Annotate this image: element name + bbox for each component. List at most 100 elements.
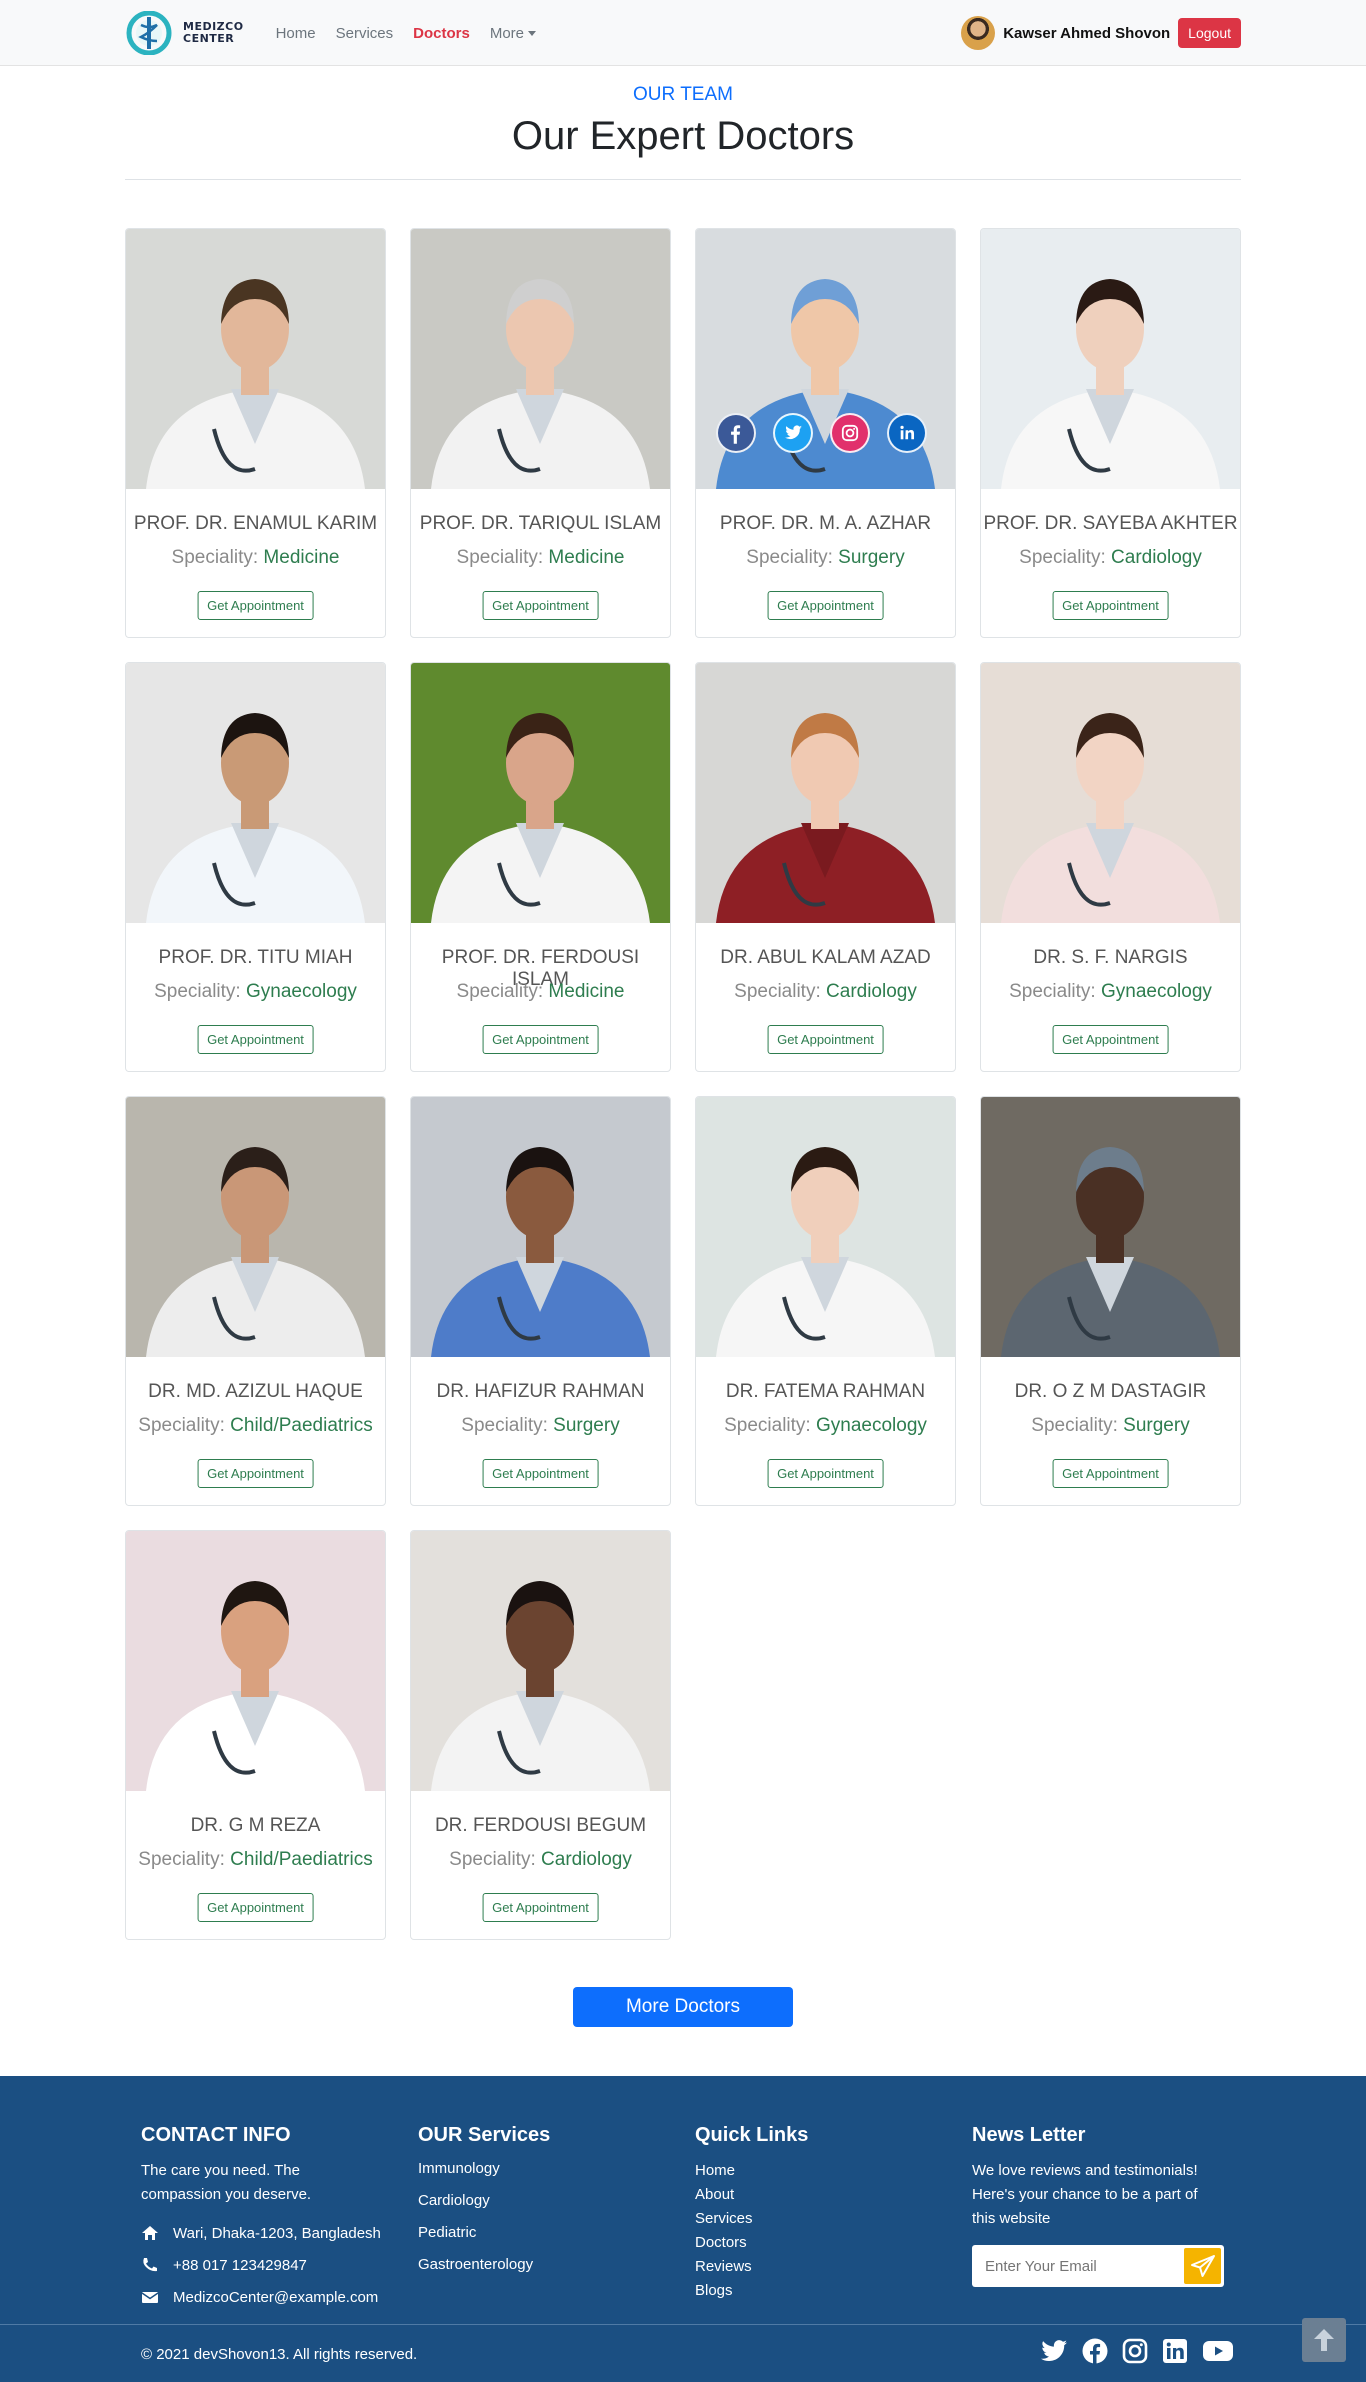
speciality-value: Gynaecology (815, 1415, 927, 1436)
brand[interactable]: MEDIZCO CENTER (125, 11, 244, 55)
logout-button[interactable]: Logout (1178, 18, 1241, 48)
footer-quick-links: Quick Links Home About Services Doctors … (695, 2124, 955, 2303)
twitter-icon[interactable] (773, 413, 813, 453)
footer-newsletter-heading: News Letter (972, 2124, 1086, 2146)
arrow-up-icon (1314, 2329, 1334, 2351)
doctor-photo (411, 229, 670, 489)
speciality-value: Medicine (548, 547, 625, 568)
speciality-label: Speciality: (456, 547, 544, 568)
doctor-speciality: Speciality: Surgery (696, 547, 955, 569)
speciality-label: Speciality: (449, 1849, 536, 1870)
speciality-value: Gynaecology (245, 981, 357, 1002)
speciality-label: Speciality: (138, 1849, 225, 1870)
facebook-icon[interactable] (1082, 2338, 1108, 2364)
footer-service-item[interactable]: Cardiology (418, 2185, 678, 2217)
footer-service-item[interactable]: Immunology (418, 2153, 678, 2185)
footer-email[interactable]: MedizcoCenter@example.com (173, 2289, 378, 2306)
footer-link-item[interactable]: Reviews (695, 2255, 955, 2279)
doctor-photo (126, 1531, 385, 1791)
scroll-to-top-button[interactable] (1302, 2318, 1346, 2362)
footer-socials (1040, 2338, 1234, 2364)
section-eyebrow: OUR TEAM (633, 84, 733, 105)
facebook-icon-glyph (731, 425, 741, 444)
facebook-icon[interactable] (716, 413, 756, 453)
navbar: MEDIZCO CENTER Home Services Doctors Mor… (0, 0, 1366, 66)
footer-link-item[interactable]: Home (695, 2159, 955, 2183)
get-appointment-button[interactable]: Get Appointment (197, 1025, 314, 1054)
doctor-photo-image (126, 1531, 385, 1791)
get-appointment-button[interactable]: Get Appointment (1052, 591, 1169, 620)
doctor-photo (696, 663, 955, 923)
doctor-photo-image (696, 1097, 955, 1357)
speciality-value: Child/Paediatrics (230, 1849, 373, 1870)
home-icon (142, 2226, 158, 2240)
doctor-card: PROF. DR. FERDOUSI ISLAM Speciality: Medi… (410, 662, 671, 1072)
footer-link-item[interactable]: Services (695, 2207, 955, 2231)
doctor-photo-image (981, 229, 1240, 489)
speciality-label: Speciality: (456, 981, 544, 1002)
footer-link-item[interactable]: About (695, 2183, 955, 2207)
nav-link-services[interactable]: Services (336, 25, 394, 42)
get-appointment-button[interactable]: Get Appointment (767, 591, 884, 620)
speciality-value: Surgery (553, 1415, 620, 1436)
doctor-speciality: Speciality: Gynaecology (981, 981, 1240, 1003)
get-appointment-button[interactable]: Get Appointment (767, 1459, 884, 1488)
speciality-label: Speciality: (171, 547, 259, 568)
doctor-photo (981, 1097, 1240, 1357)
doctor-photo-image (981, 663, 1240, 923)
speciality-value: Cardiology (826, 981, 917, 1002)
footer-service-item[interactable]: Pediatric (418, 2217, 678, 2249)
youtube-icon[interactable] (1202, 2339, 1234, 2363)
get-appointment-button[interactable]: Get Appointment (1052, 1459, 1169, 1488)
get-appointment-button[interactable]: Get Appointment (197, 1459, 314, 1488)
newsletter-email-input[interactable] (975, 2257, 1184, 2275)
footer: CONTACT INFO The care you need. The comp… (0, 2076, 1366, 2382)
speciality-value: Medicine (548, 981, 625, 1002)
doctor-photo (411, 1531, 670, 1791)
avatar (961, 16, 996, 50)
twitter-icon-glyph (784, 425, 802, 440)
instagram-icon[interactable] (830, 413, 870, 453)
get-appointment-button[interactable]: Get Appointment (767, 1025, 884, 1054)
nav-link-doctors[interactable]: Doctors (413, 25, 470, 42)
get-appointment-button[interactable]: Get Appointment (197, 591, 314, 620)
footer-phone: +88 017 123429847 (173, 2256, 307, 2274)
footer-link-item[interactable]: Blogs (695, 2279, 955, 2303)
doctor-card: DR. G M REZA Speciality: Child/Paediatric… (125, 1530, 386, 1940)
copyright: © 2021 devShovon13. All rights reserved. (141, 2346, 418, 2363)
speciality-label: Speciality: (1009, 981, 1096, 1002)
newsletter-send-button[interactable] (1184, 2248, 1221, 2284)
speciality-value: Cardiology (541, 1849, 632, 1870)
doctor-name: PROF. DR. TARIQUL ISLAM (419, 513, 662, 534)
doctor-name: DR. HAFIZUR RAHMAN (436, 1381, 645, 1402)
speciality-label: Speciality: (724, 1415, 811, 1436)
get-appointment-button[interactable]: Get Appointment (1052, 1025, 1169, 1054)
linkedin-icon[interactable] (1162, 2338, 1188, 2364)
doctor-speciality: Speciality: Cardiology (696, 981, 955, 1003)
twitter-icon[interactable] (1040, 2339, 1068, 2363)
doctor-photo (126, 663, 385, 923)
doctor-name: DR. FATEMA RAHMAN (725, 1381, 926, 1402)
footer-link-item[interactable]: Doctors (695, 2231, 955, 2255)
get-appointment-button[interactable]: Get Appointment (482, 1459, 599, 1488)
speciality-label: Speciality: (1031, 1415, 1118, 1436)
linkedin-icon[interactable] (887, 413, 927, 453)
doctor-name: PROF. DR. M. A. AZHAR (719, 513, 932, 534)
footer-tagline: The care you need. The compassion you de… (141, 2162, 312, 2203)
paper-plane-icon (1190, 2255, 1215, 2277)
nav-link-more[interactable]: More (489, 24, 537, 42)
get-appointment-button[interactable]: Get Appointment (482, 591, 599, 620)
get-appointment-button[interactable]: Get Appointment (482, 1893, 599, 1922)
doctor-name: PROF. DR. SAYEBA AKHTER (983, 513, 1238, 534)
more-doctors-button[interactable]: More Doctors (573, 1987, 793, 2027)
get-appointment-button[interactable]: Get Appointment (482, 1025, 599, 1054)
doctor-name: DR. S. F. NARGIS (1033, 947, 1188, 968)
get-appointment-button[interactable]: Get Appointment (197, 1893, 314, 1922)
instagram-icon[interactable] (1122, 2338, 1148, 2364)
doctor-speciality: Speciality: Child/Paediatrics (126, 1849, 385, 1871)
doctor-name: DR. G M REZA (190, 1815, 321, 1836)
nav-link-more-label: More (489, 24, 525, 42)
footer-service-item[interactable]: Gastroenterology (418, 2249, 678, 2281)
speciality-value: Cardiology (1111, 547, 1202, 568)
nav-link-home[interactable]: Home (276, 25, 316, 42)
